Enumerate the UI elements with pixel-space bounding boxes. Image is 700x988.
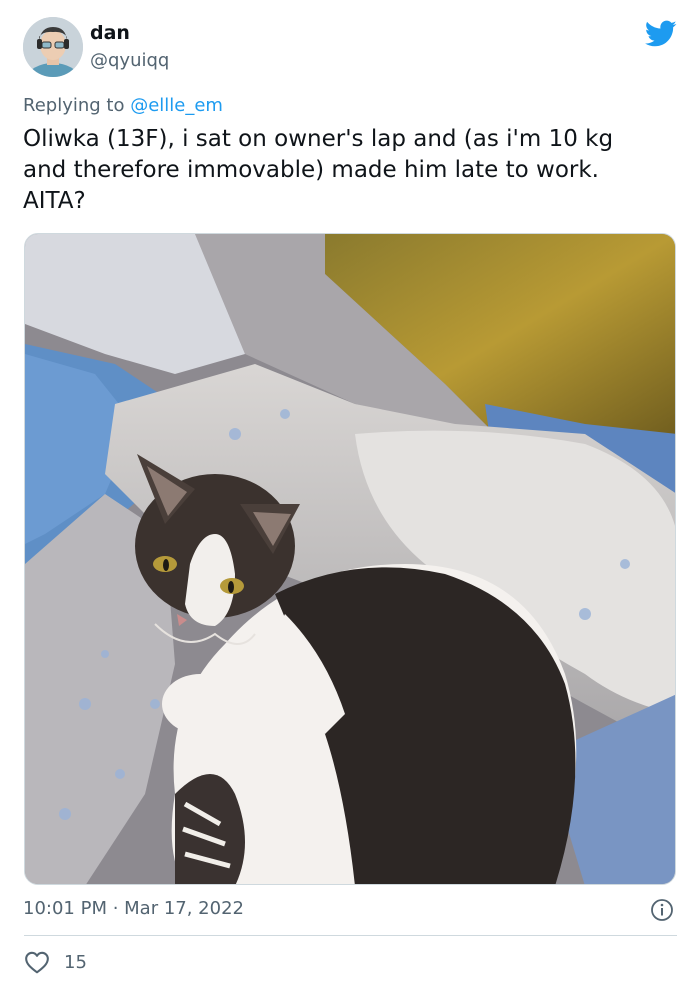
tweet-timestamp[interactable]: 10:01 PM · Mar 17, 2022 — [23, 898, 244, 919]
reply-handle-link[interactable]: @ellle_em — [130, 95, 223, 116]
heart-outline-icon[interactable] — [24, 950, 50, 974]
like-action[interactable]: 15 — [24, 948, 87, 976]
like-count: 15 — [64, 951, 87, 973]
user-handle[interactable]: @qyuiqq — [90, 50, 169, 71]
info-icon[interactable] — [650, 898, 674, 922]
replying-to-label: Replying to — [23, 95, 131, 116]
tweet-date: Mar 17, 2022 — [124, 898, 244, 919]
twitter-bird-icon[interactable] — [645, 20, 677, 48]
avatar[interactable] — [23, 17, 83, 77]
tweet-time: 10:01 PM — [23, 898, 107, 919]
avatar-image — [23, 17, 83, 77]
tweet-text: Oliwka (13F), i sat on owner's lap and (… — [23, 126, 614, 214]
cat-photo — [25, 234, 675, 884]
divider — [24, 935, 677, 936]
display-name[interactable]: dan — [90, 22, 130, 44]
replying-to: Replying to @ellle_em — [23, 95, 223, 116]
tweet-photo[interactable] — [24, 233, 676, 885]
meta-separator: · — [106, 898, 125, 919]
tweet-header: dan @qyuiqq — [0, 0, 700, 90]
